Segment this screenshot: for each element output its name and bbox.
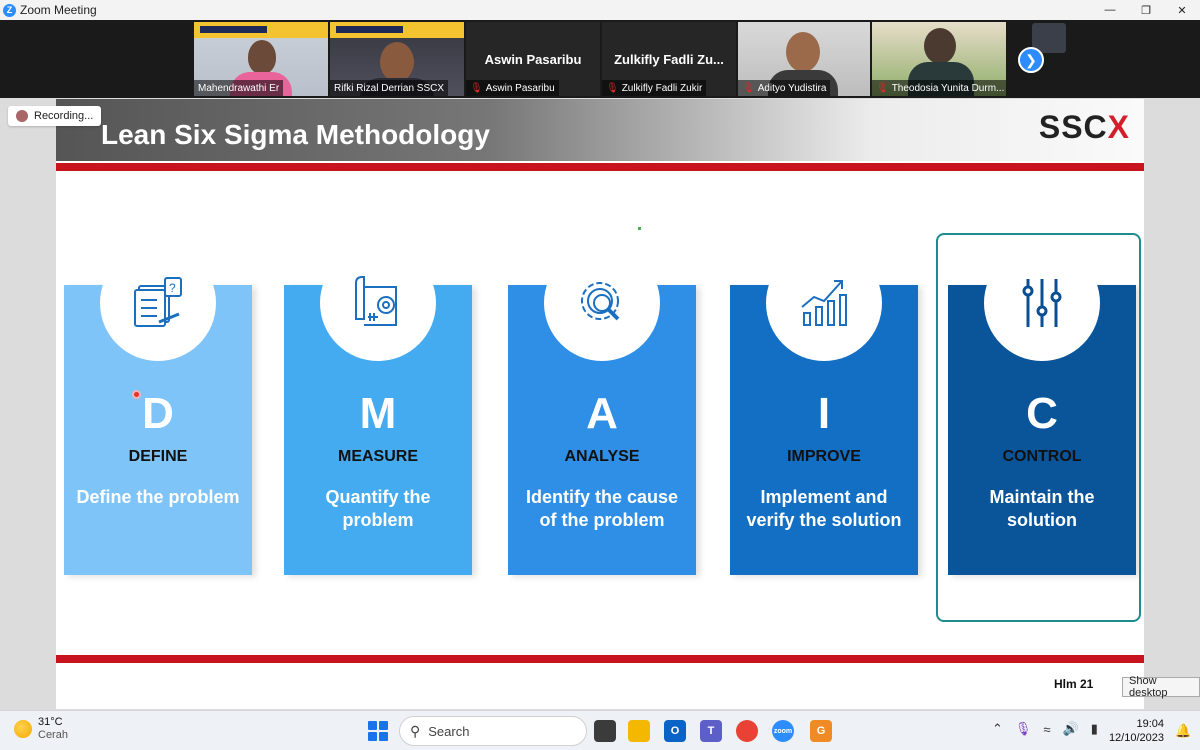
dmaic-card-analyse: A ANALYSE Identify the cause of the prob…: [508, 245, 696, 575]
laser-pointer: [132, 390, 141, 399]
dmaic-card-measure: M MEASURE Quantify the problem: [284, 245, 472, 575]
teams-icon[interactable]: T: [700, 720, 722, 742]
participant-namebar: 🎙 Theodosia Yunita Durm...: [872, 80, 1006, 96]
participant-namebar: 🎙 Adityo Yudistira: [738, 80, 831, 96]
highlight-frame: [936, 233, 1141, 622]
volume-icon[interactable]: 🔊: [1063, 721, 1079, 737]
battery-icon[interactable]: ▮: [1091, 721, 1098, 737]
step-description: Identify the cause of the problem: [525, 487, 679, 530]
participant-name: Rifki Rizal Derrian SSCX: [330, 80, 449, 96]
search-placeholder: Search: [428, 723, 470, 739]
show-desktop-tooltip: Show desktop: [1122, 675, 1200, 699]
chevron-up-icon[interactable]: ⌃: [992, 721, 1003, 737]
taskbar-clock[interactable]: 19:04 12/10/2023: [1108, 717, 1164, 745]
participant-name: Mahendrawathi Er: [194, 80, 284, 96]
task-view-icon[interactable]: [594, 720, 616, 742]
taskbar-search[interactable]: ⚲ Search: [399, 716, 587, 746]
mic-muted-icon: 🎙: [606, 82, 619, 94]
participant-name: Adityo Yudistira: [757, 82, 827, 94]
step-letter: A: [586, 389, 618, 438]
participant-namebar: 🎙 Zulkifly Fadli Zukir: [602, 80, 707, 96]
webinar-banner: [330, 22, 464, 38]
clock-time: 19:04: [1136, 718, 1164, 730]
participant-tile-active-speaker[interactable]: Rifki Rizal Derrian SSCX: [330, 22, 464, 96]
step-letter: I: [817, 389, 831, 438]
step-description: Implement and verify the solution: [746, 487, 902, 530]
weather-widget[interactable]: 31°C Cerah: [14, 716, 68, 742]
step-name: ANALYSE: [564, 448, 640, 465]
start-button[interactable]: [368, 721, 388, 741]
dmaic-card-define: ? D DEFINE Define the problem: [64, 245, 252, 575]
wifi-icon[interactable]: ≈: [1043, 722, 1050, 737]
maximize-button[interactable]: ❐: [1128, 0, 1164, 20]
slide-title: Lean Six Sigma Methodology: [101, 119, 490, 150]
zoom-logo-icon: Z: [3, 3, 16, 17]
minimize-button[interactable]: —: [1092, 0, 1128, 20]
divider: [56, 655, 1144, 663]
participant-namebar: 🎙 Aswin Pasaribu: [466, 80, 559, 96]
growth-chart-icon: [766, 245, 882, 361]
participant-tile[interactable]: 🎙 Adityo Yudistira: [738, 22, 870, 96]
participant-tile[interactable]: Aswin Pasaribu 🎙 Aswin Pasaribu: [466, 22, 600, 96]
video-strip: Mahendrawathi Er Rifki Rizal Derrian SSC…: [0, 20, 1200, 98]
participant-display-name: Zulkifly Fadli Zu...: [614, 52, 724, 67]
participant-tile[interactable]: 🎙 Theodosia Yunita Durm...: [872, 22, 1006, 96]
participant-name: Aswin Pasaribu: [485, 82, 555, 94]
participant-tile[interactable]: Zulkifly Fadli Zu... 🎙 Zulkifly Fadli Zu…: [602, 22, 736, 96]
mic-muted-icon: 🎙: [742, 82, 755, 94]
questionnaire-icon: ?: [100, 245, 216, 361]
chrome-icon[interactable]: [736, 720, 758, 742]
step-name: IMPROVE: [787, 448, 861, 465]
window-title: Zoom Meeting: [20, 3, 97, 17]
participant-name: Theodosia Yunita Durm...: [891, 82, 1005, 94]
step-name: MEASURE: [337, 448, 418, 465]
notification-bell-icon[interactable]: 🔔: [1175, 723, 1191, 739]
step-name: DEFINE: [128, 448, 188, 465]
step-letter: D: [142, 389, 174, 438]
decorative-dot: [638, 227, 641, 230]
step-description: Define the problem: [76, 487, 240, 507]
step-description: Quantify the problem: [325, 487, 431, 530]
mic-muted-icon: 🎙: [876, 82, 889, 94]
recording-indicator[interactable]: Recording...: [8, 106, 102, 126]
divider: [56, 163, 1144, 171]
clock-date: 12/10/2023: [1108, 732, 1164, 744]
cloud-recording-icon: [16, 110, 28, 122]
window-titlebar: Z Zoom Meeting — ❐ ✕: [0, 0, 1200, 20]
screen: Z Zoom Meeting — ❐ ✕ Mahendrawathi Er Ri…: [0, 0, 1200, 750]
weather-condition: Cerah: [38, 729, 68, 741]
window-controls: — ❐ ✕: [1092, 0, 1200, 20]
system-tray: ⌃ 🎙 ≈ 🔊 ▮: [992, 721, 1098, 737]
weather-temperature: 31°C: [38, 716, 63, 728]
taskbar: 31°C Cerah ⚲ Search O T zoom G ⌃ 🎙 ≈ 🔊 ▮…: [0, 710, 1200, 750]
close-button[interactable]: ✕: [1164, 0, 1200, 20]
step-letter: M: [359, 389, 397, 438]
presentation-slide: Lean Six Sigma Methodology SSCX ? D DEFI…: [56, 99, 1144, 709]
weather-sun-icon: [14, 720, 32, 738]
gear-magnifier-icon: [544, 245, 660, 361]
app-icon[interactable]: G: [810, 720, 832, 742]
recording-label: Recording...: [34, 110, 94, 122]
file-explorer-icon[interactable]: [628, 720, 650, 742]
next-page-arrow-icon[interactable]: ❯: [1018, 47, 1044, 73]
outlook-icon[interactable]: O: [664, 720, 686, 742]
slide-page-number: Hlm 21: [1054, 677, 1094, 691]
participant-display-name: Aswin Pasaribu: [484, 52, 582, 67]
zoom-app-icon[interactable]: zoom: [772, 720, 794, 742]
participant-tile[interactable]: Mahendrawathi Er: [194, 22, 328, 96]
dmaic-card-improve: I IMPROVE Implement and verify the solut…: [730, 245, 918, 575]
brand-logo: SSCX: [1038, 109, 1130, 145]
webinar-banner: [194, 22, 328, 38]
participant-name: Zulkifly Fadli Zukir: [621, 82, 703, 94]
svg-text:?: ?: [169, 281, 176, 295]
search-icon: ⚲: [410, 722, 421, 739]
tape-measure-icon: [320, 245, 436, 361]
microphone-icon[interactable]: 🎙: [1015, 721, 1032, 737]
mic-muted-icon: 🎙: [470, 82, 483, 94]
